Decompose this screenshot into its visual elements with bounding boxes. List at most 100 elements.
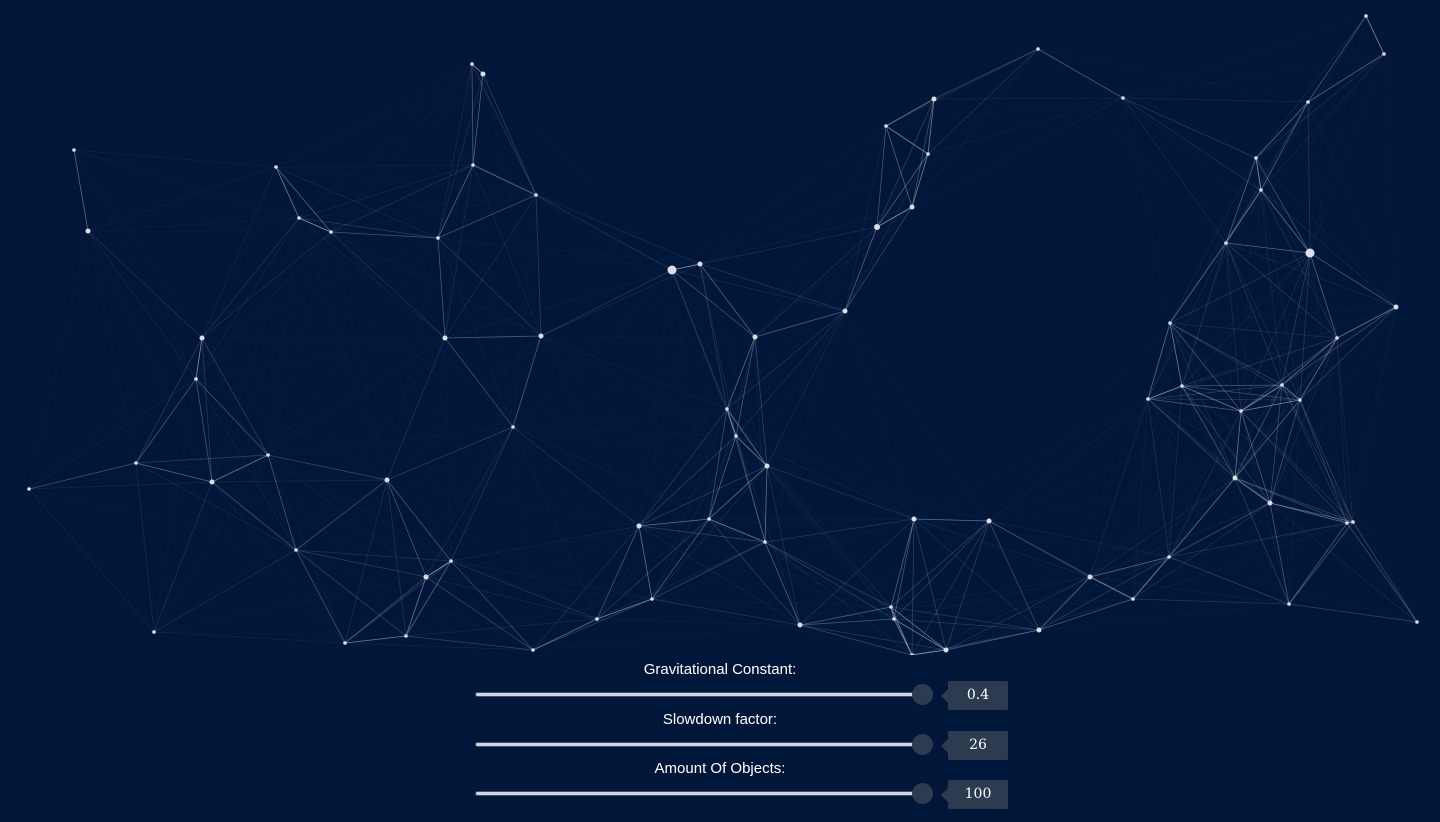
slider-fill bbox=[476, 792, 923, 795]
network-edge bbox=[988, 520, 1040, 631]
network-node bbox=[27, 487, 31, 491]
slider-thumb[interactable] bbox=[911, 783, 933, 804]
network-node bbox=[986, 518, 992, 524]
network-edge bbox=[437, 237, 514, 428]
network-edge bbox=[876, 48, 1039, 228]
slowdown-factor-value: 26 bbox=[941, 731, 1008, 760]
gravitational-constant-control: Gravitational Constant: 0.4 bbox=[470, 658, 1020, 710]
network-edge bbox=[512, 194, 537, 428]
network-edge bbox=[911, 556, 1170, 655]
slowdown-factor-slider[interactable] bbox=[475, 734, 933, 755]
network-edge bbox=[512, 336, 756, 428]
network-edge bbox=[1346, 306, 1397, 524]
network-edge bbox=[844, 153, 929, 312]
network-edge bbox=[201, 231, 332, 339]
network-edge bbox=[267, 454, 452, 562]
network-node bbox=[1224, 241, 1228, 245]
network-edge bbox=[651, 541, 766, 600]
network-node bbox=[892, 617, 896, 621]
network-edge bbox=[911, 598, 1134, 655]
network-node bbox=[511, 425, 515, 429]
slider-thumb[interactable] bbox=[911, 734, 933, 755]
network-edge bbox=[764, 520, 990, 543]
network-edge bbox=[651, 598, 895, 620]
edge-layer bbox=[28, 15, 1418, 655]
network-node bbox=[797, 622, 803, 628]
network-edge bbox=[444, 194, 537, 339]
network-edge bbox=[1122, 97, 1262, 191]
network-node bbox=[152, 630, 156, 634]
network-edge bbox=[450, 525, 640, 562]
network-edge bbox=[472, 164, 514, 428]
network-edge bbox=[933, 48, 1039, 100]
network-node bbox=[636, 523, 642, 529]
network-edge bbox=[211, 217, 300, 483]
amount-of-objects-slider[interactable] bbox=[475, 783, 933, 804]
network-edge bbox=[799, 624, 913, 655]
network-edge bbox=[135, 462, 297, 551]
network-edge bbox=[708, 336, 756, 520]
network-node bbox=[1298, 398, 1302, 402]
network-edge bbox=[726, 310, 846, 410]
network-edge bbox=[1168, 502, 1271, 558]
network-node bbox=[1168, 321, 1172, 325]
network-edge bbox=[933, 97, 1124, 100]
network-edge bbox=[540, 335, 737, 437]
network-edge bbox=[135, 378, 197, 464]
particle-network-canvas bbox=[27, 14, 1419, 655]
network-node bbox=[697, 261, 703, 267]
network-edge bbox=[638, 518, 915, 527]
network-node bbox=[911, 516, 917, 522]
network-node bbox=[1180, 384, 1184, 388]
network-node bbox=[884, 124, 888, 128]
network-node bbox=[294, 548, 298, 552]
network-edge bbox=[28, 378, 197, 490]
network-edge bbox=[532, 518, 710, 651]
network-edge bbox=[386, 337, 446, 481]
network-edge bbox=[535, 194, 542, 337]
network-node bbox=[1382, 52, 1386, 56]
network-edge bbox=[444, 164, 474, 339]
network-edge bbox=[766, 465, 892, 608]
network-edge bbox=[911, 629, 1040, 655]
network-edge bbox=[1269, 306, 1397, 504]
network-edge bbox=[472, 164, 673, 271]
network-node bbox=[1364, 14, 1368, 18]
network-edge bbox=[1336, 337, 1354, 523]
network-node bbox=[343, 641, 347, 645]
network-edge bbox=[890, 518, 915, 608]
network-edge bbox=[153, 576, 427, 633]
network-edge bbox=[708, 518, 801, 626]
network-node bbox=[471, 163, 475, 167]
network-edge bbox=[699, 263, 756, 338]
network-edge bbox=[28, 488, 297, 551]
network-node bbox=[1345, 521, 1349, 525]
network-edge bbox=[1288, 521, 1354, 605]
gravitational-constant-label: Gravitational Constant: bbox=[643, 661, 797, 678]
gravitational-constant-slider[interactable] bbox=[475, 684, 933, 705]
network-edge bbox=[913, 398, 1149, 520]
network-edge bbox=[295, 549, 407, 637]
network-edge bbox=[153, 549, 297, 633]
network-edge bbox=[444, 337, 452, 562]
network-edge bbox=[195, 337, 446, 380]
network-edge bbox=[708, 408, 728, 520]
network-edge bbox=[1309, 252, 1338, 339]
network-edge bbox=[726, 408, 768, 467]
network-edge bbox=[512, 426, 768, 467]
network-edge bbox=[988, 520, 1170, 558]
network-edge bbox=[472, 73, 484, 166]
network-node bbox=[1087, 574, 1093, 580]
network-edge bbox=[153, 479, 388, 633]
network-node bbox=[1239, 409, 1243, 413]
network-edge bbox=[1225, 53, 1385, 244]
network-edge bbox=[275, 164, 474, 168]
network-edge bbox=[699, 125, 887, 265]
network-edge bbox=[201, 337, 213, 483]
network-edge bbox=[988, 322, 1171, 522]
network-edge bbox=[386, 479, 452, 562]
network-edge bbox=[735, 226, 878, 437]
network-edge bbox=[885, 97, 1124, 127]
network-edge bbox=[1352, 521, 1418, 623]
slider-thumb[interactable] bbox=[911, 684, 933, 705]
